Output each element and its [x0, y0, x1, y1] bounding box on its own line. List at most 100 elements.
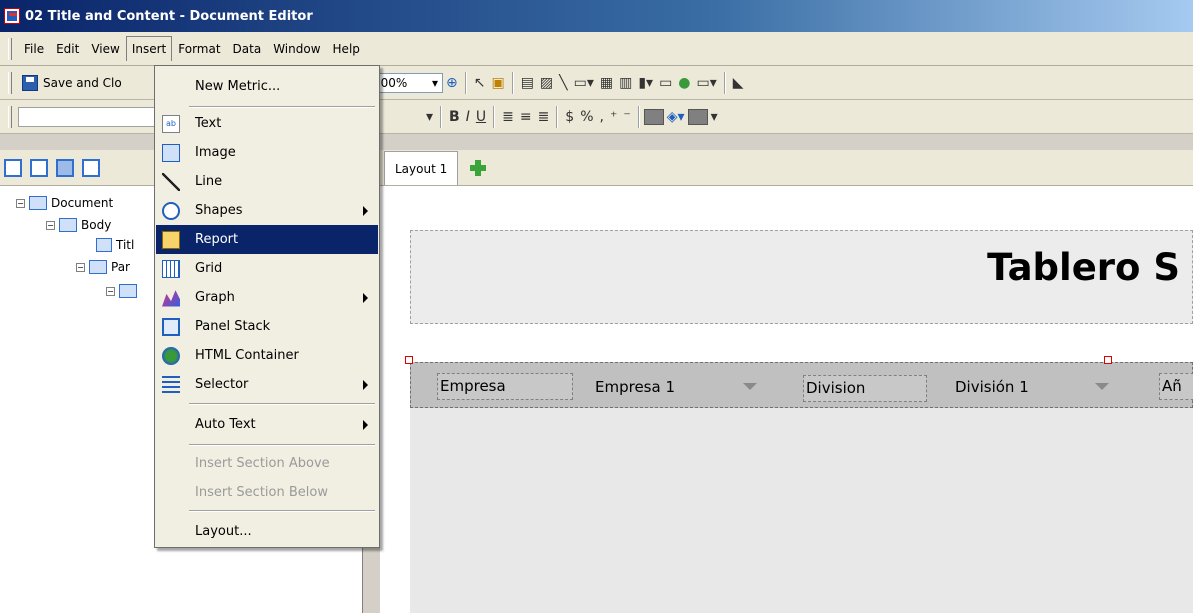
- more-icon[interactable]: ◣: [730, 75, 747, 91]
- image-tool-icon[interactable]: ▨: [537, 75, 556, 91]
- tree-item-panel-child[interactable]: −: [106, 282, 141, 300]
- graph-icon: [162, 290, 180, 307]
- title-bar: 02 Title and Content - Document Editor: [0, 0, 1193, 32]
- increase-decimal-icon[interactable]: ⁺: [607, 109, 620, 125]
- tree-item-title[interactable]: Titl: [96, 236, 134, 254]
- font-name-select[interactable]: [18, 106, 168, 127]
- empresa-label: Empresa: [437, 373, 573, 400]
- menu-item-graph[interactable]: Graph: [156, 283, 378, 312]
- align-center-icon[interactable]: ≡: [517, 109, 535, 125]
- panel-stack-tool-icon[interactable]: ▭: [656, 75, 675, 91]
- font-color-icon[interactable]: [687, 108, 708, 125]
- collapse-icon[interactable]: −: [76, 262, 85, 272]
- toolbar-grip[interactable]: [8, 71, 12, 94]
- fill-color-icon[interactable]: ◈▾: [664, 109, 688, 125]
- menu-separator: [189, 403, 375, 405]
- text-field-icon: [96, 238, 112, 252]
- menu-help[interactable]: Help: [327, 36, 366, 62]
- division-selector[interactable]: División 1: [951, 373, 1113, 400]
- underline-icon[interactable]: U: [473, 109, 489, 125]
- toolbar-separator: [493, 105, 496, 128]
- resize-handle[interactable]: [405, 356, 413, 364]
- bold-icon[interactable]: B: [446, 109, 463, 125]
- app-icon: [4, 8, 20, 24]
- menu-separator: [189, 444, 375, 446]
- collapse-icon[interactable]: −: [106, 286, 115, 296]
- lock-icon[interactable]: ▣: [488, 75, 507, 91]
- menu-item-html-container[interactable]: HTML Container: [156, 341, 378, 370]
- align-left-icon[interactable]: ≣: [499, 109, 517, 125]
- add-layout-icon[interactable]: [468, 158, 488, 178]
- menu-bar: File Edit View Insert Format Data Window…: [0, 32, 1193, 66]
- panel-icon: [119, 284, 137, 298]
- view-icon-4[interactable]: [82, 158, 100, 177]
- tree-item-document[interactable]: − Document: [16, 194, 113, 212]
- align-right-icon[interactable]: ≣: [535, 109, 553, 125]
- text-tool-icon[interactable]: ▤: [518, 75, 537, 91]
- html-container-tool-icon[interactable]: ●: [675, 75, 693, 91]
- menu-item-shapes[interactable]: Shapes: [156, 196, 378, 225]
- toolbar-grip[interactable]: [8, 105, 12, 128]
- title-textbox[interactable]: Tablero S: [410, 230, 1193, 324]
- menu-item-auto-text[interactable]: Auto Text: [156, 410, 378, 439]
- toolbar-separator: [637, 105, 640, 128]
- selector-tool-icon[interactable]: ▭▾: [694, 75, 720, 91]
- tab-layout-1[interactable]: Layout 1: [384, 151, 459, 185]
- submenu-arrow-icon: [363, 419, 368, 430]
- save-and-close-button[interactable]: Save and Clo: [18, 71, 126, 95]
- layout-tabs: Layout 1: [380, 150, 1193, 186]
- comma-icon[interactable]: ,: [597, 109, 607, 125]
- chevron-down-icon: [743, 383, 757, 390]
- chevron-down-icon[interactable]: ▾: [708, 109, 721, 125]
- zoom-in-icon[interactable]: ⊕: [443, 75, 461, 91]
- menu-item-grid[interactable]: Grid: [156, 254, 378, 283]
- document-icon: [29, 196, 47, 210]
- report-icon: [162, 230, 180, 249]
- report-tool-icon[interactable]: ▦: [597, 75, 616, 91]
- shapes-tool-icon[interactable]: ▭▾: [571, 75, 597, 91]
- collapse-icon[interactable]: −: [46, 220, 55, 230]
- shapes-icon: [162, 201, 180, 220]
- view-icon-3[interactable]: [56, 158, 74, 177]
- view-icon-1[interactable]: [4, 158, 22, 177]
- menu-format[interactable]: Format: [172, 36, 226, 62]
- tree-item-body[interactable]: − Body: [46, 216, 111, 234]
- pointer-icon[interactable]: ↖: [471, 75, 489, 91]
- menu-item-new-metric[interactable]: New Metric...: [156, 72, 378, 101]
- menu-insert[interactable]: Insert: [125, 36, 173, 61]
- menu-item-report[interactable]: Report: [156, 225, 378, 254]
- canvas-body-section[interactable]: [410, 408, 1193, 613]
- selector-icon: [162, 375, 180, 394]
- decrease-decimal-icon[interactable]: ⁻: [620, 109, 633, 125]
- tree-item-panel[interactable]: − Par: [76, 258, 130, 276]
- currency-icon[interactable]: $: [562, 109, 577, 125]
- border-color-icon[interactable]: [643, 108, 664, 125]
- menubar-grip[interactable]: [8, 37, 12, 60]
- menu-item-image[interactable]: Image: [156, 138, 378, 167]
- menu-item-panel-stack[interactable]: Panel Stack: [156, 312, 378, 341]
- line-tool-icon[interactable]: ╲: [556, 75, 570, 91]
- menu-window[interactable]: Window: [267, 36, 326, 62]
- selector-panel[interactable]: Empresa Empresa 1 Division División 1 Añ: [410, 362, 1193, 408]
- resize-handle[interactable]: [1104, 356, 1112, 364]
- percent-icon[interactable]: %: [577, 109, 596, 125]
- menu-edit[interactable]: Edit: [50, 36, 85, 62]
- submenu-arrow-icon: [363, 205, 368, 216]
- font-size-dropdown-icon[interactable]: ▾: [423, 109, 436, 125]
- grid-tool-icon[interactable]: ▥: [616, 75, 635, 91]
- dashboard-title: Tablero S: [987, 246, 1180, 289]
- menu-item-selector[interactable]: Selector: [156, 370, 378, 399]
- view-icon-2[interactable]: [30, 158, 48, 177]
- empresa-selector[interactable]: Empresa 1: [591, 373, 761, 400]
- menu-data[interactable]: Data: [227, 36, 268, 62]
- chevron-down-icon: [1095, 383, 1109, 390]
- chevron-down-icon: ▾: [431, 75, 438, 90]
- menu-item-text[interactable]: ab Text: [156, 109, 378, 138]
- italic-icon[interactable]: I: [463, 109, 473, 125]
- menu-file[interactable]: File: [18, 36, 50, 62]
- menu-item-line[interactable]: Line: [156, 167, 378, 196]
- collapse-icon[interactable]: −: [16, 198, 25, 208]
- graph-tool-icon[interactable]: ▮▾: [635, 75, 656, 91]
- menu-view[interactable]: View: [85, 36, 125, 62]
- menu-item-layout[interactable]: Layout...: [156, 517, 378, 546]
